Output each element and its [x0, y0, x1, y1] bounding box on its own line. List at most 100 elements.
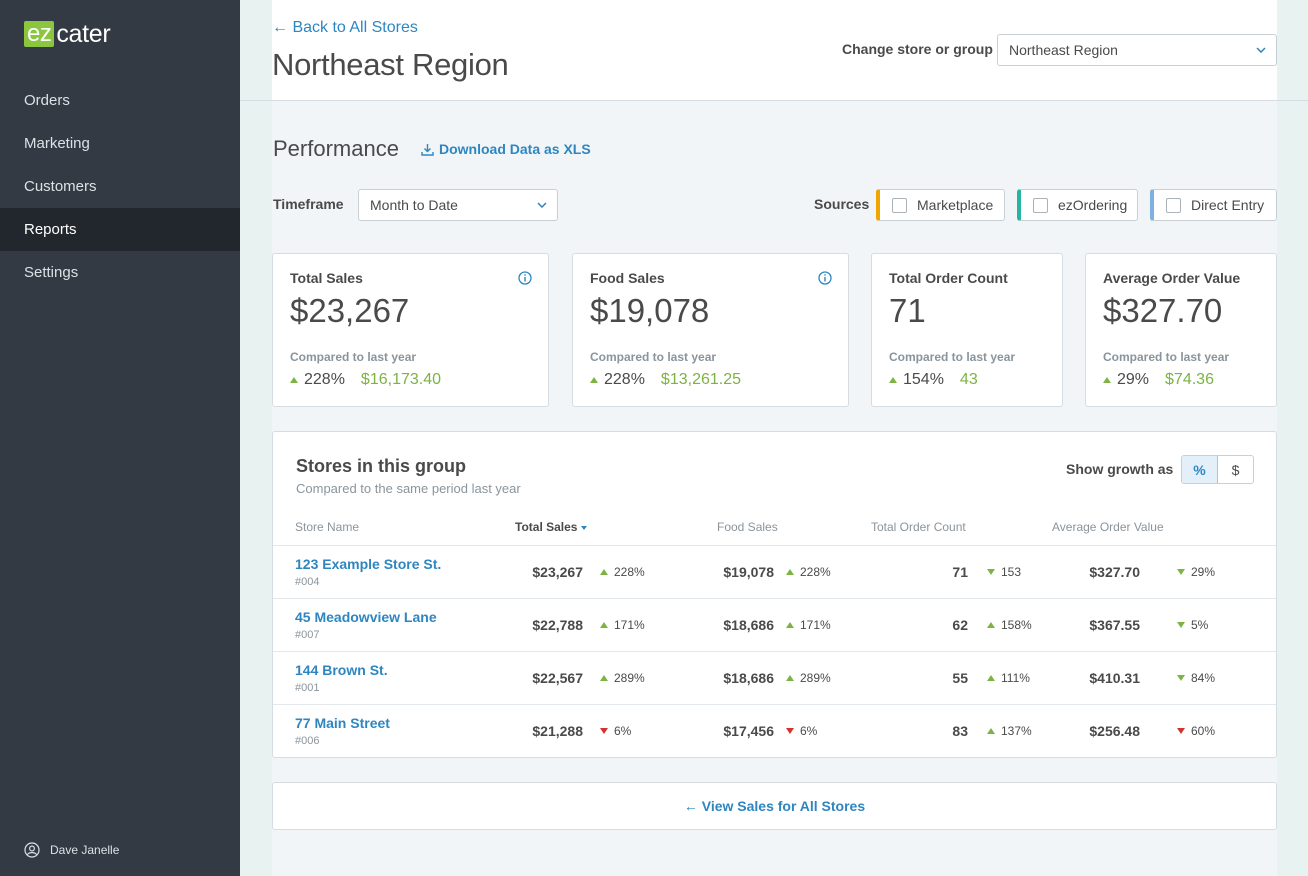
column-header-total-order-count[interactable]: Total Order Count: [871, 520, 966, 534]
food-sales-growth-pct: 171%: [800, 618, 831, 632]
logo-ez: ez: [24, 21, 55, 47]
down-arrow-icon: [987, 569, 995, 575]
up-arrow-icon: [987, 675, 995, 681]
down-arrow-icon: [1177, 569, 1185, 575]
store-group-select-value: Northeast Region: [1009, 42, 1118, 58]
up-arrow-icon: [290, 377, 298, 383]
order-count-value: 62: [952, 617, 968, 633]
kpi-growth: 154% 43: [889, 371, 978, 389]
kpi-compare-label: Compared to last year: [889, 350, 1016, 364]
sidebar-nav: Orders Marketing Customers Reports Setti…: [0, 79, 240, 294]
performance-title: Performance: [273, 136, 399, 161]
sidebar-item-settings[interactable]: Settings: [0, 251, 240, 294]
table-row: 144 Brown St. #001 $22,567 289% $18,686 289% 5…: [273, 651, 1276, 704]
user-menu[interactable]: Dave Janelle: [24, 842, 119, 858]
total-sales-value: $22,788: [532, 617, 583, 633]
total-sales-growth: 6%: [600, 724, 631, 738]
user-name: Dave Janelle: [50, 843, 120, 857]
food-sales-growth-pct: 6%: [800, 724, 818, 738]
store-name-link[interactable]: 144 Brown St.: [295, 662, 388, 678]
up-arrow-icon: [600, 569, 608, 575]
sidebar-item-marketing[interactable]: Marketing: [0, 122, 240, 165]
order-count-value: 55: [952, 670, 968, 686]
total-sales-growth: 171%: [600, 618, 645, 632]
down-arrow-icon: [600, 728, 608, 734]
info-icon[interactable]: [518, 271, 532, 285]
food-sales-value: $18,686: [723, 670, 774, 686]
growth-percent-button[interactable]: %: [1182, 456, 1218, 483]
store-group-select[interactable]: Northeast Region: [997, 34, 1277, 66]
sources-label: Sources: [814, 196, 870, 212]
column-header-food-sales[interactable]: Food Sales: [717, 520, 778, 534]
download-xls-label: Download Data as XLS: [439, 141, 591, 157]
food-sales-value: $19,078: [723, 564, 774, 580]
page-title: Northeast Region: [272, 47, 509, 82]
kpi-delta: 43: [959, 371, 978, 388]
food-sales-growth-pct: 289%: [800, 671, 831, 685]
column-header-total-sales-label: Total Sales: [515, 520, 578, 534]
sort-descending-icon: [581, 525, 588, 530]
food-sales-value: $18,686: [723, 617, 774, 633]
order-count-growth-pct: 111%: [1001, 671, 1030, 685]
kpi-value: $23,267: [290, 292, 410, 329]
stores-title: Stores in this group: [296, 456, 467, 476]
kpi-card-average-order-value: Average Order Value $327.70 Compared to …: [1085, 253, 1277, 407]
page-header: ← Back to All Stores Northeast Region Ch…: [240, 0, 1308, 101]
food-sales-growth: 6%: [786, 724, 817, 738]
food-sales-growth-pct: 228%: [800, 565, 831, 579]
source-direct-entry-label: Direct Entry: [1191, 197, 1265, 213]
order-count-growth: 158%: [987, 618, 1032, 632]
source-ezordering-checkbox[interactable]: [1033, 197, 1048, 213]
view-sales-all-stores-button[interactable]: ← View Sales for All Stores: [272, 782, 1277, 830]
ezcater-logo[interactable]: ez cater: [24, 19, 111, 48]
logo-cater: cater: [56, 19, 111, 48]
sidebar-item-orders[interactable]: Orders: [0, 79, 240, 122]
kpi-value: $327.70: [1103, 292, 1223, 329]
source-ezordering[interactable]: ezOrdering: [1017, 189, 1138, 221]
sidebar-item-reports[interactable]: Reports: [0, 208, 240, 251]
kpi-growth-pct: 29%: [1117, 371, 1150, 388]
avg-order-value: $367.55: [1089, 617, 1140, 633]
order-count-growth-pct: 137%: [1001, 724, 1032, 738]
store-id: #004: [295, 576, 320, 588]
avg-order-value-growth: 29%: [1177, 565, 1215, 579]
source-ezordering-label: ezOrdering: [1058, 197, 1128, 213]
up-arrow-icon: [600, 622, 608, 628]
store-name-link[interactable]: 45 Meadowview Lane: [295, 609, 437, 625]
growth-dollar-button[interactable]: $: [1218, 456, 1253, 483]
store-name-link[interactable]: 123 Example Store St.: [295, 556, 441, 572]
avg-order-value-growth-pct: 5%: [1191, 618, 1209, 632]
source-direct-entry[interactable]: Direct Entry: [1150, 189, 1277, 221]
source-direct-entry-checkbox[interactable]: [1166, 197, 1181, 213]
column-header-average-order-value[interactable]: Average Order Value: [1052, 520, 1164, 534]
source-marketplace[interactable]: Marketplace: [876, 189, 1005, 221]
avg-order-value-growth-pct: 84%: [1191, 671, 1216, 685]
back-to-all-stores-link[interactable]: ← Back to All Stores: [272, 19, 418, 37]
timeframe-select[interactable]: Month to Date: [358, 189, 558, 221]
store-id: #007: [295, 629, 320, 641]
column-header-store-name[interactable]: Store Name: [295, 520, 359, 534]
timeframe-select-value: Month to Date: [370, 197, 458, 213]
up-arrow-icon: [786, 569, 794, 575]
avg-order-value-growth: 84%: [1177, 671, 1215, 685]
info-icon[interactable]: [818, 271, 832, 285]
order-count-growth-pct: 153: [1001, 565, 1022, 579]
total-sales-value: $21,288: [532, 723, 583, 739]
store-name-link[interactable]: 77 Main Street: [295, 715, 390, 731]
column-header-total-sales[interactable]: Total Sales: [515, 520, 588, 534]
store-id: #001: [295, 682, 320, 694]
sidebar-item-customers[interactable]: Customers: [0, 165, 240, 208]
table-row: 77 Main Street #006 $21,288 6% $17,456 6% 83 13…: [273, 704, 1276, 757]
kpi-growth-pct: 228%: [304, 371, 345, 388]
chevron-down-icon: [537, 202, 547, 208]
chevron-down-icon: [1256, 47, 1266, 53]
kpi-growth-pct: 154%: [903, 371, 944, 388]
source-marketplace-label: Marketplace: [917, 197, 994, 213]
source-marketplace-checkbox[interactable]: [892, 197, 907, 213]
kpi-value: 71: [889, 292, 926, 329]
avg-order-value-growth-pct: 29%: [1191, 565, 1216, 579]
kpi-title: Total Sales: [290, 270, 363, 286]
avg-order-value: $410.31: [1089, 670, 1140, 686]
download-xls-link[interactable]: Download Data as XLS: [421, 141, 591, 157]
total-sales-value: $22,567: [532, 670, 583, 686]
